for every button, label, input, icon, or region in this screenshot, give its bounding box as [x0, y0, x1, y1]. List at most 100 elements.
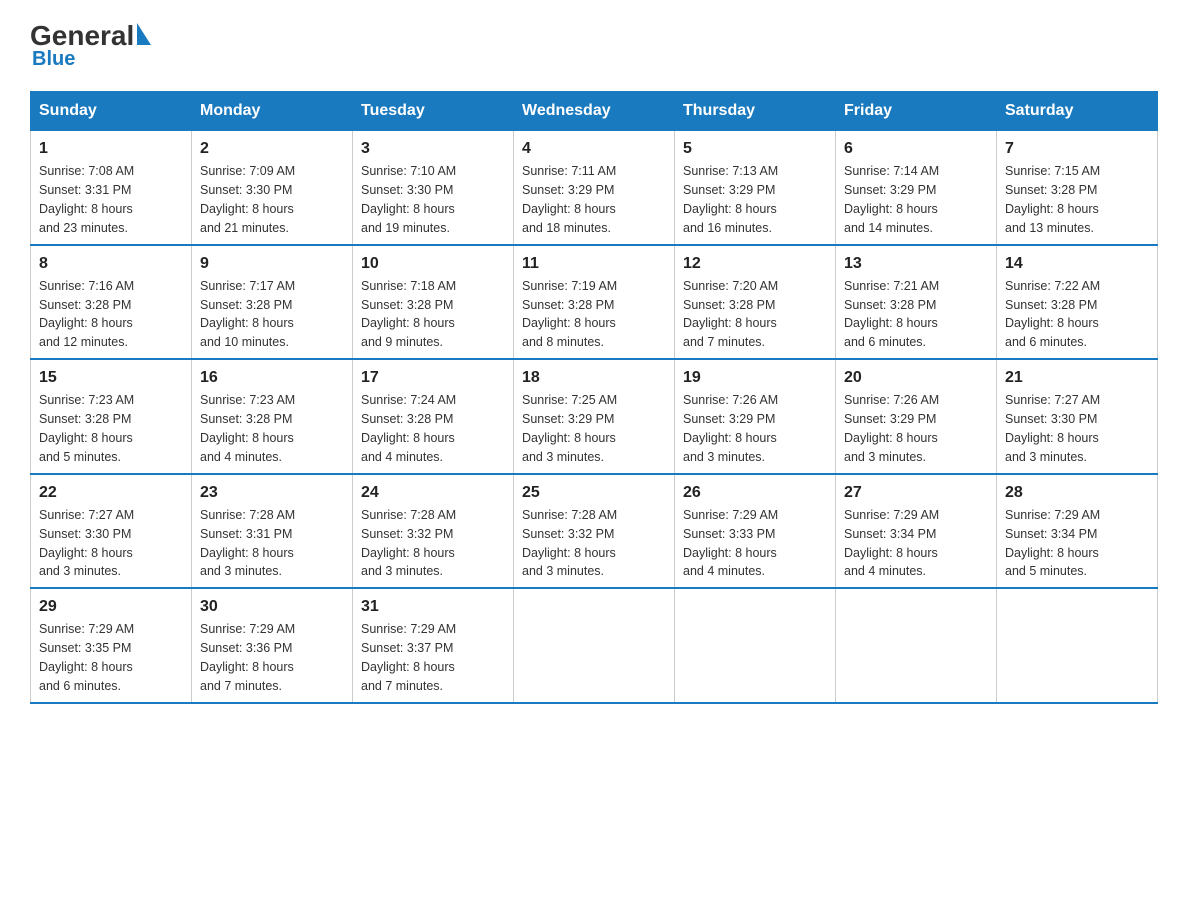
day-info: Sunrise: 7:27 AM Sunset: 3:30 PM Dayligh…	[1005, 393, 1100, 464]
logo: General Blue	[30, 20, 151, 71]
day-info: Sunrise: 7:10 AM Sunset: 3:30 PM Dayligh…	[361, 164, 456, 235]
day-cell: 14 Sunrise: 7:22 AM Sunset: 3:28 PM Dayli…	[997, 245, 1158, 360]
day-info: Sunrise: 7:29 AM Sunset: 3:36 PM Dayligh…	[200, 622, 295, 693]
day-info: Sunrise: 7:29 AM Sunset: 3:33 PM Dayligh…	[683, 508, 778, 579]
day-cell: 4Sunrise: 7:11 AM Sunset: 3:29 PM Daylig…	[514, 131, 675, 245]
day-cell: 19 Sunrise: 7:26 AM Sunset: 3:29 PM Dayli…	[675, 359, 836, 474]
week-row-5: 29Sunrise: 7:29 AM Sunset: 3:35 PM Dayli…	[31, 588, 1158, 703]
day-number: 16	[200, 366, 344, 389]
header-cell-sunday: Sunday	[31, 92, 192, 131]
day-info: Sunrise: 7:28 AM Sunset: 3:32 PM Dayligh…	[522, 508, 617, 579]
day-info: Sunrise: 7:23 AM Sunset: 3:28 PM Dayligh…	[39, 393, 134, 464]
day-number: 28	[1005, 481, 1149, 504]
day-info: Sunrise: 7:14 AM Sunset: 3:29 PM Dayligh…	[844, 164, 939, 235]
day-cell: 24Sunrise: 7:28 AM Sunset: 3:32 PM Dayli…	[353, 474, 514, 589]
day-info: Sunrise: 7:20 AM Sunset: 3:28 PM Dayligh…	[683, 279, 778, 350]
day-cell: 30 Sunrise: 7:29 AM Sunset: 3:36 PM Dayli…	[192, 588, 353, 703]
day-cell: 3 Sunrise: 7:10 AM Sunset: 3:30 PM Daylig…	[353, 131, 514, 245]
day-number: 15	[39, 366, 183, 389]
day-number: 18	[522, 366, 666, 389]
day-cell	[675, 588, 836, 703]
calendar-header: SundayMondayTuesdayWednesdayThursdayFrid…	[31, 92, 1158, 131]
day-number: 17	[361, 366, 505, 389]
day-cell: 6 Sunrise: 7:14 AM Sunset: 3:29 PM Daylig…	[836, 131, 997, 245]
day-number: 21	[1005, 366, 1149, 389]
day-number: 2	[200, 137, 344, 160]
week-row-3: 15 Sunrise: 7:23 AM Sunset: 3:28 PM Dayli…	[31, 359, 1158, 474]
week-row-1: 1 Sunrise: 7:08 AM Sunset: 3:31 PM Daylig…	[31, 131, 1158, 245]
day-number: 20	[844, 366, 988, 389]
calendar-table: SundayMondayTuesdayWednesdayThursdayFrid…	[30, 91, 1158, 704]
day-number: 24	[361, 481, 505, 504]
day-cell: 28 Sunrise: 7:29 AM Sunset: 3:34 PM Dayli…	[997, 474, 1158, 589]
day-number: 29	[39, 595, 183, 618]
day-number: 11	[522, 252, 666, 275]
day-info: Sunrise: 7:22 AM Sunset: 3:28 PM Dayligh…	[1005, 279, 1100, 350]
day-info: Sunrise: 7:17 AM Sunset: 3:28 PM Dayligh…	[200, 279, 295, 350]
day-number: 22	[39, 481, 183, 504]
day-info: Sunrise: 7:21 AM Sunset: 3:28 PM Dayligh…	[844, 279, 939, 350]
day-number: 5	[683, 137, 827, 160]
day-number: 31	[361, 595, 505, 618]
day-info: Sunrise: 7:26 AM Sunset: 3:29 PM Dayligh…	[683, 393, 778, 464]
day-info: Sunrise: 7:15 AM Sunset: 3:28 PM Dayligh…	[1005, 164, 1100, 235]
day-cell: 29Sunrise: 7:29 AM Sunset: 3:35 PM Dayli…	[31, 588, 192, 703]
logo-blue-text: Blue	[30, 48, 75, 71]
day-info: Sunrise: 7:23 AM Sunset: 3:28 PM Dayligh…	[200, 393, 295, 464]
week-row-4: 22 Sunrise: 7:27 AM Sunset: 3:30 PM Dayli…	[31, 474, 1158, 589]
day-cell: 20 Sunrise: 7:26 AM Sunset: 3:29 PM Dayli…	[836, 359, 997, 474]
day-cell: 18 Sunrise: 7:25 AM Sunset: 3:29 PM Dayli…	[514, 359, 675, 474]
day-number: 27	[844, 481, 988, 504]
day-cell: 17 Sunrise: 7:24 AM Sunset: 3:28 PM Dayli…	[353, 359, 514, 474]
day-info: Sunrise: 7:29 AM Sunset: 3:34 PM Dayligh…	[1005, 508, 1100, 579]
day-cell: 16 Sunrise: 7:23 AM Sunset: 3:28 PM Dayli…	[192, 359, 353, 474]
day-info: Sunrise: 7:16 AM Sunset: 3:28 PM Dayligh…	[39, 279, 134, 350]
day-number: 6	[844, 137, 988, 160]
day-info: Sunrise: 7:24 AM Sunset: 3:28 PM Dayligh…	[361, 393, 456, 464]
day-info: Sunrise: 7:18 AM Sunset: 3:28 PM Dayligh…	[361, 279, 456, 350]
day-info: Sunrise: 7:29 AM Sunset: 3:34 PM Dayligh…	[844, 508, 939, 579]
header-cell-thursday: Thursday	[675, 92, 836, 131]
calendar-body: 1 Sunrise: 7:08 AM Sunset: 3:31 PM Daylig…	[31, 131, 1158, 703]
logo-triangle-icon	[137, 23, 151, 45]
day-cell: 1 Sunrise: 7:08 AM Sunset: 3:31 PM Daylig…	[31, 131, 192, 245]
day-cell: 9 Sunrise: 7:17 AM Sunset: 3:28 PM Daylig…	[192, 245, 353, 360]
day-cell: 31Sunrise: 7:29 AM Sunset: 3:37 PM Dayli…	[353, 588, 514, 703]
header-cell-wednesday: Wednesday	[514, 92, 675, 131]
day-number: 10	[361, 252, 505, 275]
day-cell: 11 Sunrise: 7:19 AM Sunset: 3:28 PM Dayli…	[514, 245, 675, 360]
day-cell: 26 Sunrise: 7:29 AM Sunset: 3:33 PM Dayli…	[675, 474, 836, 589]
day-cell: 25 Sunrise: 7:28 AM Sunset: 3:32 PM Dayli…	[514, 474, 675, 589]
header-cell-tuesday: Tuesday	[353, 92, 514, 131]
day-number: 3	[361, 137, 505, 160]
day-number: 26	[683, 481, 827, 504]
day-cell: 5Sunrise: 7:13 AM Sunset: 3:29 PM Daylig…	[675, 131, 836, 245]
day-cell: 2Sunrise: 7:09 AM Sunset: 3:30 PM Daylig…	[192, 131, 353, 245]
day-number: 12	[683, 252, 827, 275]
day-number: 19	[683, 366, 827, 389]
day-info: Sunrise: 7:11 AM Sunset: 3:29 PM Dayligh…	[522, 164, 616, 235]
day-cell	[836, 588, 997, 703]
day-number: 7	[1005, 137, 1149, 160]
day-info: Sunrise: 7:27 AM Sunset: 3:30 PM Dayligh…	[39, 508, 134, 579]
day-number: 30	[200, 595, 344, 618]
header-cell-saturday: Saturday	[997, 92, 1158, 131]
week-row-2: 8Sunrise: 7:16 AM Sunset: 3:28 PM Daylig…	[31, 245, 1158, 360]
day-number: 25	[522, 481, 666, 504]
day-info: Sunrise: 7:28 AM Sunset: 3:31 PM Dayligh…	[200, 508, 295, 579]
day-number: 9	[200, 252, 344, 275]
day-cell: 23Sunrise: 7:28 AM Sunset: 3:31 PM Dayli…	[192, 474, 353, 589]
day-cell	[997, 588, 1158, 703]
day-number: 13	[844, 252, 988, 275]
day-info: Sunrise: 7:08 AM Sunset: 3:31 PM Dayligh…	[39, 164, 134, 235]
day-cell: 21 Sunrise: 7:27 AM Sunset: 3:30 PM Dayli…	[997, 359, 1158, 474]
day-info: Sunrise: 7:19 AM Sunset: 3:28 PM Dayligh…	[522, 279, 617, 350]
day-cell: 10 Sunrise: 7:18 AM Sunset: 3:28 PM Dayli…	[353, 245, 514, 360]
day-cell: 27 Sunrise: 7:29 AM Sunset: 3:34 PM Dayli…	[836, 474, 997, 589]
day-number: 14	[1005, 252, 1149, 275]
day-info: Sunrise: 7:26 AM Sunset: 3:29 PM Dayligh…	[844, 393, 939, 464]
day-number: 1	[39, 137, 183, 160]
day-cell: 8Sunrise: 7:16 AM Sunset: 3:28 PM Daylig…	[31, 245, 192, 360]
page-header: General Blue	[30, 20, 1158, 71]
day-info: Sunrise: 7:25 AM Sunset: 3:29 PM Dayligh…	[522, 393, 617, 464]
